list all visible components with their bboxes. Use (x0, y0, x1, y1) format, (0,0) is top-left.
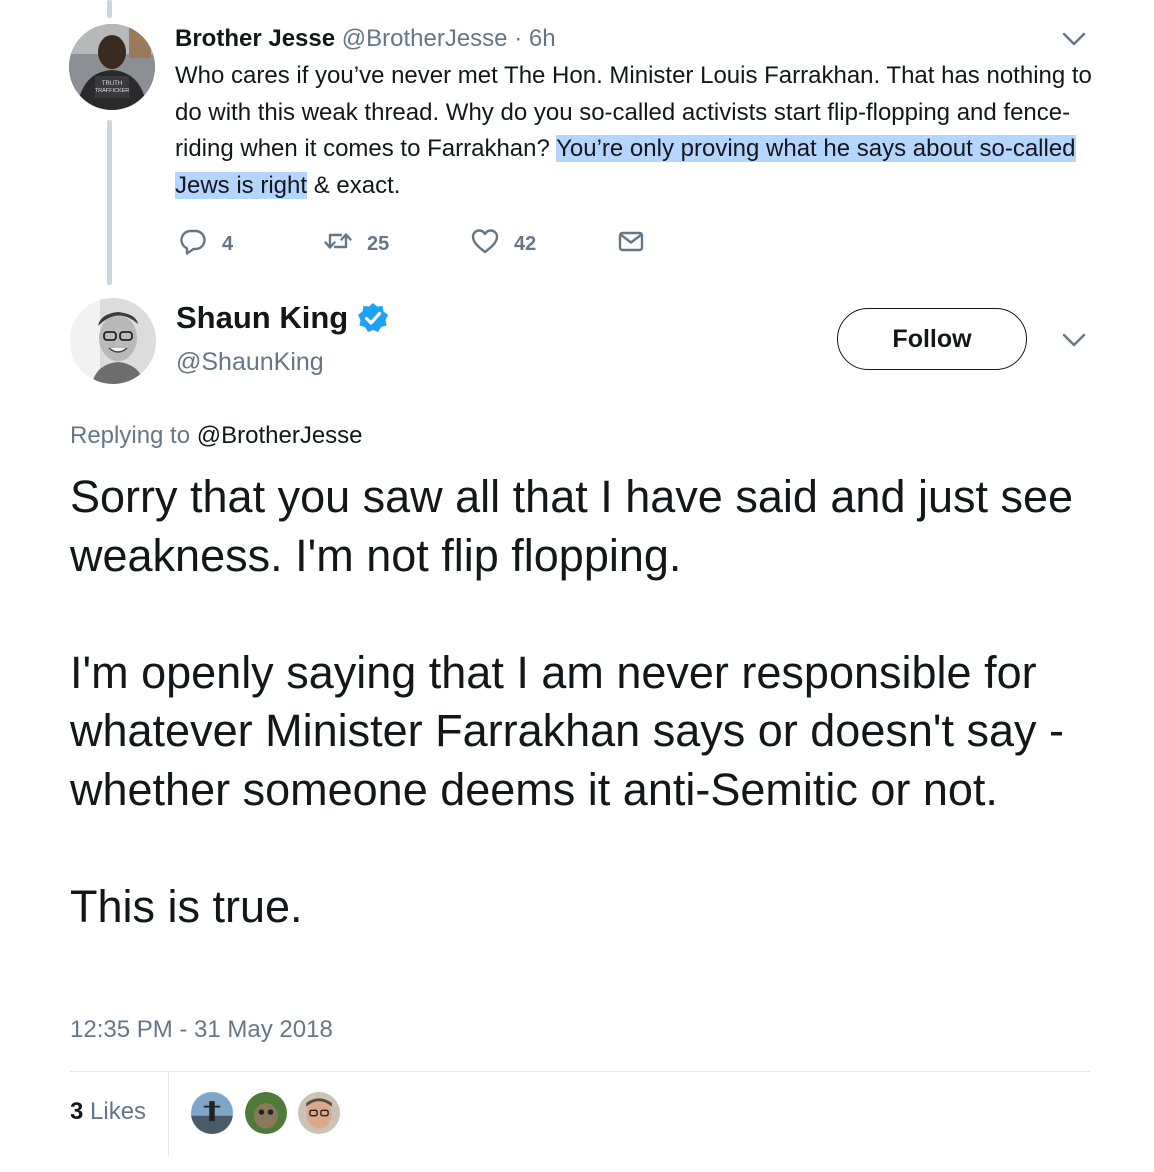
thread-line (107, 120, 112, 285)
main-author-name-text: Shaun King (176, 300, 349, 335)
thread-line-top (107, 0, 112, 18)
parent-avatar[interactable]: TRUTH TRAFFICKER (69, 24, 155, 110)
parent-tweet-header: Brother Jesse @BrotherJesse · 6h (175, 24, 556, 54)
svg-text:TRAFFICKER: TRAFFICKER (95, 88, 130, 94)
retweet-count: 25 (367, 232, 390, 255)
likes-separator (168, 1072, 169, 1156)
svg-text:TRUTH: TRUTH (102, 81, 122, 87)
retweet-button[interactable]: 25 (323, 226, 389, 262)
main-author-handle[interactable]: @ShaunKing (176, 345, 324, 379)
liker-avatar[interactable] (189, 1090, 235, 1136)
like-icon (470, 226, 500, 262)
reply-icon (178, 226, 208, 262)
parent-author-name[interactable]: Brother Jesse (175, 25, 335, 52)
replying-handle-link[interactable]: @BrotherJesse (197, 422, 363, 449)
dm-icon (616, 226, 646, 262)
separator-dot: · (514, 25, 523, 52)
parent-text-after: & exact. (307, 171, 401, 199)
liker-avatar[interactable] (296, 1090, 342, 1136)
chevron-down-icon[interactable] (1059, 24, 1089, 54)
like-count: 42 (514, 232, 537, 255)
likes-count: 3 (70, 1098, 84, 1125)
main-author-name[interactable]: Shaun King (176, 298, 390, 338)
parent-author-handle[interactable]: @BrotherJesse (342, 25, 508, 52)
replying-prefix: Replying to (70, 422, 191, 449)
retweet-icon (323, 226, 353, 262)
direct-message-button[interactable] (616, 226, 646, 262)
follow-button[interactable]: Follow (837, 308, 1027, 370)
tweet-timestamp[interactable]: 12:35 PM - 31 May 2018 (70, 1014, 333, 1046)
parent-tweet-text: Who cares if you’ve never met The Hon. M… (175, 58, 1100, 204)
likes-stat[interactable]: 3 Likes (70, 1096, 146, 1128)
parent-tweet-time[interactable]: 6h (529, 25, 556, 52)
likes-label: Likes (90, 1098, 147, 1125)
like-button[interactable]: 42 (470, 226, 536, 262)
liker-avatar[interactable] (243, 1090, 289, 1136)
divider (70, 1071, 1090, 1072)
tweet-paragraph: I'm openly saying that I am never respon… (70, 646, 1064, 815)
verified-icon (356, 301, 390, 335)
main-avatar[interactable] (70, 298, 156, 384)
reply-count: 4 (222, 232, 234, 255)
main-tweet-text: Sorry that you saw all that I have said … (70, 468, 1130, 936)
parent-tweet-actions: 4 25 42 (175, 226, 675, 262)
tweet-paragraph: This is true. (70, 880, 303, 932)
chevron-down-icon[interactable] (1059, 325, 1089, 355)
reply-button[interactable]: 4 (178, 226, 233, 262)
replying-to: Replying to @BrotherJesse (70, 420, 363, 452)
tweet-paragraph: Sorry that you saw all that I have said … (70, 471, 1074, 581)
